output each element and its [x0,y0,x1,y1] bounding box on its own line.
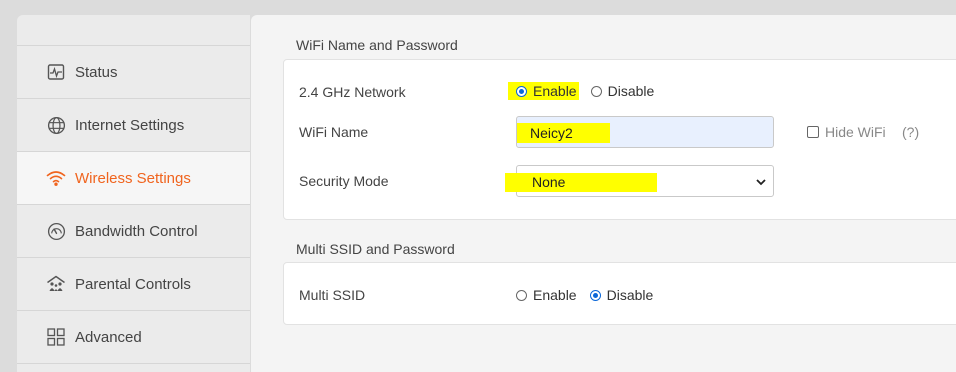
sidebar-item-label: Internet Settings [75,116,185,134]
wifi-section-title: WiFi Name and Password [296,37,458,53]
sidebar-item-internet-settings[interactable]: Internet Settings [17,99,250,152]
radio-enable[interactable] [516,289,527,301]
sidebar-item-bandwidth-control[interactable]: Bandwidth Control [17,205,250,258]
grid-icon [46,327,66,347]
network-radio-group: Enable Disable [508,82,654,100]
sidebar-item-label: Wireless Settings [75,169,191,187]
sidebar-item-label: Status [75,63,118,81]
hide-wifi-checkbox[interactable] [807,126,819,138]
wifi-settings-card: 2.4 GHz Network Enable Disable WiFi Name… [283,59,956,220]
multi-ssid-section-title: Multi SSID and Password [296,241,455,257]
multi-ssid-label: Multi SSID [299,287,366,303]
sidebar-item-label: Advanced [75,328,142,346]
monitor-pulse-icon [46,62,66,82]
sidebar-item-parental-controls[interactable]: Parental Controls [17,258,250,311]
main-content: WiFi Name and Password 2.4 GHz Network E… [251,15,956,372]
gauge-icon [46,221,66,241]
sidebar-top-gap [17,15,250,46]
chevron-down-icon [755,175,767,191]
hide-wifi-control[interactable]: Hide WiFi [807,124,886,140]
multi-ssid-radio-group: Enable Disable [516,287,653,303]
network-disable-option[interactable]: Disable [590,83,654,99]
multi-ssid-card: Multi SSID Enable Disable [283,262,956,325]
sidebar-item-wireless-settings[interactable]: Wireless Settings [17,152,250,205]
network-label: 2.4 GHz Network [299,84,406,100]
wifi-name-input[interactable]: Neicy2 [516,116,774,148]
security-mode-label: Security Mode [299,173,389,189]
sidebar-item-label: Parental Controls [75,275,191,293]
multi-ssid-disable-option[interactable]: Disable [589,287,653,303]
security-mode-select[interactable]: None [505,165,774,197]
radio-enable[interactable] [516,85,527,97]
wifi-name-label: WiFi Name [299,124,369,140]
wifi-icon [46,168,66,188]
radio-disable[interactable] [589,289,601,301]
network-enable-option[interactable]: Enable [508,82,579,100]
sidebar-item-advanced[interactable]: Advanced [17,311,250,364]
sidebar: Status Internet Settings Wireless Settin… [17,15,250,372]
radio-disable[interactable] [590,85,602,97]
family-home-icon [46,274,66,294]
sidebar-item-label: Bandwidth Control [75,222,198,240]
highlight-mark [505,173,657,192]
sidebar-item-status[interactable]: Status [17,46,250,99]
multi-ssid-enable-option[interactable]: Enable [516,287,577,303]
globe-icon [46,115,66,135]
help-icon[interactable]: (?) [902,124,919,140]
